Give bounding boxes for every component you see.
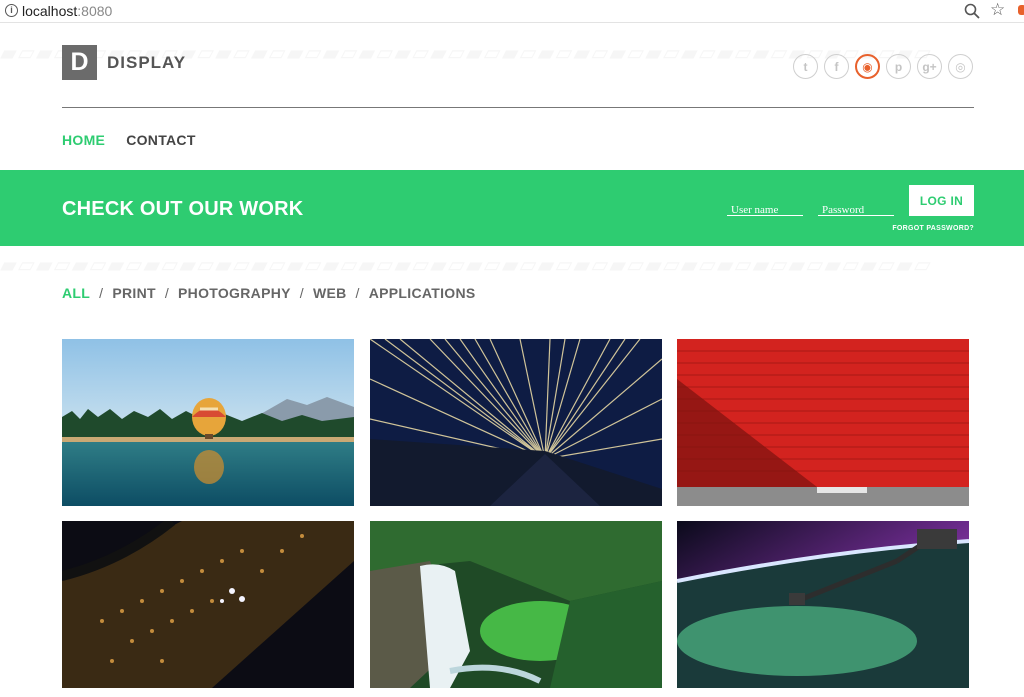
twitter-icon[interactable]: t	[793, 54, 818, 79]
filter-applications[interactable]: APPLICATIONS	[369, 285, 476, 301]
logo-mark: D	[62, 45, 97, 80]
username-field-wrap	[727, 200, 803, 216]
nav-contact[interactable]: CONTACT	[126, 132, 196, 148]
dribbble-icon[interactable]: ◎	[948, 54, 973, 79]
logo-text: DISPLAY	[107, 52, 187, 72]
filter-separator: /	[355, 285, 360, 301]
url-host: localhost	[22, 3, 78, 19]
main-nav: HOME CONTACT	[62, 132, 196, 148]
google-plus-icon[interactable]: g+	[917, 54, 942, 79]
password-field-wrap	[818, 200, 894, 216]
header-divider	[62, 107, 974, 108]
nav-home[interactable]: HOME	[62, 132, 105, 148]
gallery-item-light-streaks[interactable]	[370, 339, 662, 506]
pinterest-icon[interactable]: p	[886, 54, 911, 79]
filter-web[interactable]: WEB	[313, 285, 347, 301]
filter-separator: /	[164, 285, 170, 301]
balloon-lake-image	[62, 339, 354, 506]
forgot-password-link[interactable]: FORGOT PASSWORD?	[892, 225, 974, 232]
hero-band: CHECK OUT OUR WORK LOG IN FORGOT PASSWOR…	[0, 170, 1024, 246]
extension-icon[interactable]	[1018, 5, 1024, 15]
gallery-item-balloon[interactable]	[62, 339, 354, 506]
city-lights-image	[62, 521, 354, 688]
facebook-icon[interactable]: f	[824, 54, 849, 79]
gallery-item-earth-aurora[interactable]	[677, 521, 969, 688]
zoom-icon[interactable]	[964, 3, 980, 19]
gallery-item-city-lights[interactable]	[62, 521, 354, 688]
site-logo[interactable]: D DISPLAY	[62, 45, 186, 80]
filter-print[interactable]: PRINT	[112, 285, 156, 301]
filter-separator: /	[99, 285, 104, 301]
rss-icon[interactable]: ◉	[855, 54, 880, 79]
filter-photography[interactable]: PHOTOGRAPHY	[178, 285, 291, 301]
password-input[interactable]	[818, 204, 894, 216]
site-info-icon[interactable]: i	[5, 4, 18, 17]
waterfall-image	[370, 521, 662, 688]
bookmark-star-icon[interactable]: ☆	[990, 0, 1005, 20]
portfolio-filters: ALL / PRINT / PHOTOGRAPHY / WEB / APPLIC…	[62, 285, 476, 301]
light-streaks-image	[370, 339, 662, 506]
gallery-item-waterfall[interactable]	[370, 521, 662, 688]
hero-headline: CHECK OUT OUR WORK	[62, 198, 304, 220]
address-bar[interactable]: localhost:8080	[22, 3, 112, 19]
url-port: :8080	[77, 3, 113, 19]
red-wall-image	[677, 339, 969, 506]
background-texture: ▰▱▰▱▰▱▰▱▰▱▰▱▰▱▰▱▰▱▰▱▰▱▰▱▰▱▰▱▰▱▰▱▰▱▰▱▰▱▰▱…	[0, 252, 1024, 278]
browser-toolbar: i localhost:8080 ☆	[0, 0, 1024, 23]
social-links: t f ◉ p g+ ◎	[793, 54, 973, 79]
filter-separator: /	[299, 285, 304, 301]
gallery-item-red-wall[interactable]	[677, 339, 969, 506]
username-input[interactable]	[727, 204, 803, 216]
earth-aurora-image	[677, 521, 969, 688]
filter-all[interactable]: ALL	[62, 285, 90, 301]
login-button[interactable]: LOG IN	[909, 185, 974, 216]
